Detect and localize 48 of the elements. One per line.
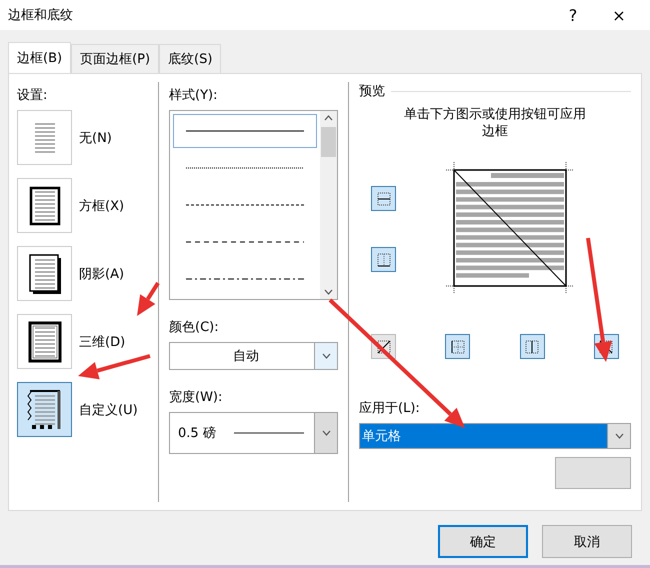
settings-label: 设置:	[17, 87, 48, 104]
setting-label: 方框(X)	[79, 198, 124, 214]
preview-hint: 单击下方图示或使用按钮可应用边框	[403, 106, 587, 140]
annotation-arrow	[137, 282, 160, 316]
left-border-icon	[450, 338, 466, 354]
chevron-down-icon	[322, 353, 330, 359]
border-toggle-button[interactable]	[520, 334, 545, 359]
inner-vertical-border-icon	[524, 338, 540, 354]
bottom-border-icon	[376, 252, 392, 268]
close-button[interactable]: ×	[596, 0, 642, 30]
border-toggle-button[interactable]	[445, 334, 470, 359]
setting-button[interactable]	[17, 246, 72, 301]
apply-to-label: 应用于(L):	[359, 400, 421, 417]
scroll-up-icon	[324, 115, 333, 121]
width-label: 宽度(W):	[169, 389, 224, 406]
width-dropdown[interactable]: 0.5 磅	[169, 412, 338, 454]
line-style-option[interactable]	[173, 114, 317, 148]
border-toggle-button[interactable]	[371, 186, 396, 211]
preview-label: 预览	[359, 83, 385, 100]
tab[interactable]: 底纹(S)	[159, 44, 222, 73]
scroll-down-icon	[324, 289, 333, 295]
border-toggle-button[interactable]	[371, 247, 396, 272]
color-dropdown[interactable]: 自动	[169, 342, 338, 370]
dialog-button[interactable]: 确定	[438, 525, 528, 558]
border-preview-drawing[interactable]	[446, 162, 574, 294]
dialog-button[interactable]: 取消	[542, 525, 632, 558]
tab[interactable]: 边框(B)	[8, 42, 72, 73]
color-label: 颜色(C):	[169, 319, 220, 336]
setting-button[interactable]	[17, 382, 72, 437]
tab[interactable]: 页面边框(P)	[71, 44, 160, 73]
line-width-sample	[234, 431, 304, 435]
window-title: 边框和底纹	[8, 7, 74, 24]
setting-label: 自定义(U)	[79, 402, 138, 418]
diagonal-up-border-icon	[376, 338, 392, 354]
help-button[interactable]: ?	[550, 0, 596, 30]
setting-label: 无(N)	[79, 130, 112, 146]
inner-horizontal-border-icon	[376, 190, 392, 206]
diagonal-down-border-icon	[598, 338, 614, 354]
setting-button[interactable]	[17, 314, 72, 369]
setting-label: 阴影(A)	[79, 266, 124, 282]
chevron-down-icon	[614, 433, 624, 439]
setting-button[interactable]	[17, 178, 72, 233]
setting-label: 三维(D)	[79, 334, 126, 350]
chevron-down-icon	[322, 430, 330, 436]
scrollbar-thumb[interactable]	[321, 127, 336, 157]
style-label: 样式(Y):	[169, 87, 218, 104]
scrollbar[interactable]	[320, 111, 337, 299]
apply-to-dropdown[interactable]: 单元格	[359, 423, 631, 449]
